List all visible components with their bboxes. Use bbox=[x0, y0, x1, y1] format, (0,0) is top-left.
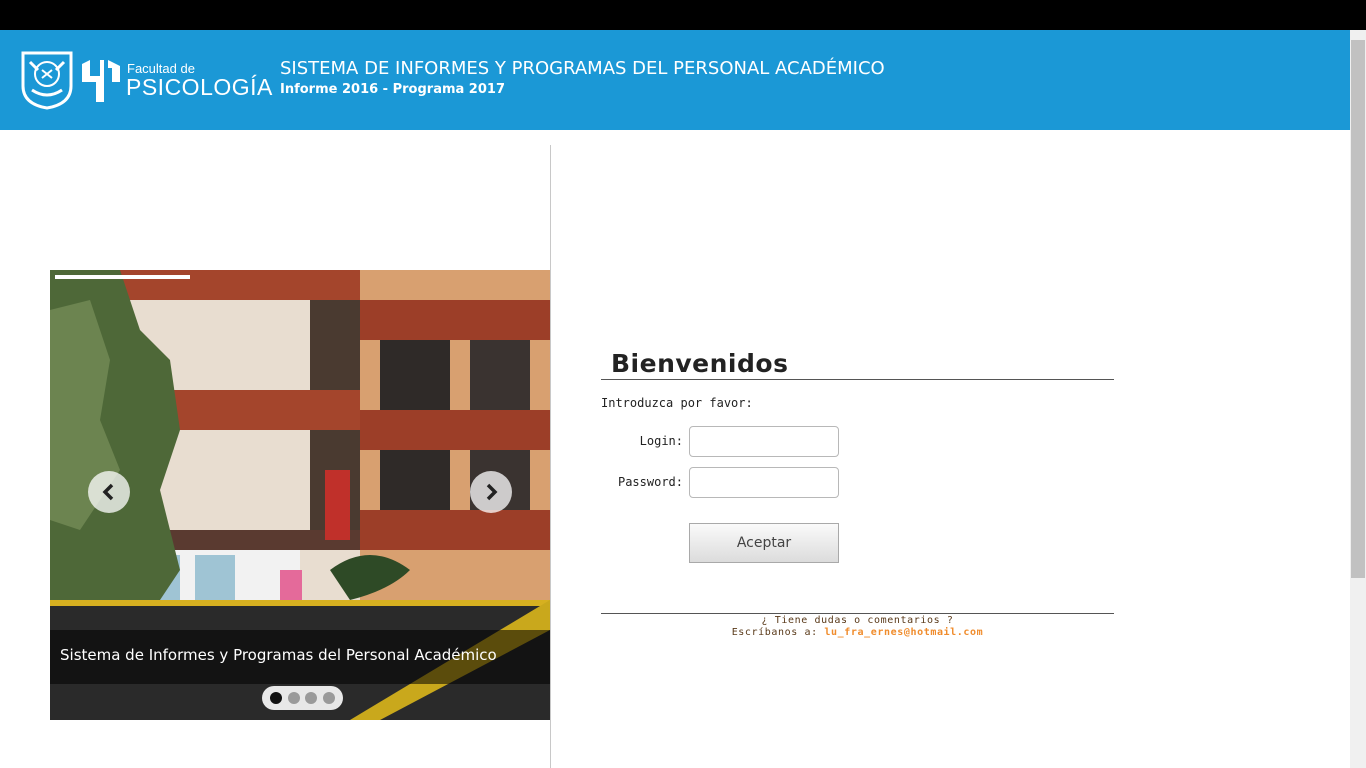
unam-shield-logo bbox=[21, 51, 73, 110]
column-divider bbox=[550, 145, 551, 768]
slide-caption-text: Sistema de Informes y Programas del Pers… bbox=[60, 646, 497, 664]
faculty-label-big: PSICOLOGÍA bbox=[126, 74, 273, 100]
doubts-text: ¿ Tiene dudas o comentarios ? bbox=[761, 615, 954, 626]
vertical-scrollbar-thumb[interactable] bbox=[1351, 40, 1365, 578]
slide-pagination bbox=[262, 686, 343, 710]
footer-rule bbox=[601, 613, 1114, 614]
login-intro-text: Introduzca por favor: bbox=[601, 396, 753, 410]
accept-button[interactable]: Aceptar bbox=[689, 523, 839, 563]
slide-dot-4[interactable] bbox=[322, 692, 335, 704]
contact-prefix: Escríbanos a: bbox=[731, 627, 818, 638]
site-header: Facultad de PSICOLOGÍA SISTEMA DE INFORM… bbox=[0, 30, 1350, 130]
slider-prev-button[interactable] bbox=[88, 471, 130, 513]
contact-line: Escríbanos a: lu_fra_ernes@hotmail.com bbox=[601, 627, 1114, 638]
chevron-left-icon bbox=[102, 483, 114, 501]
browser-top-bar bbox=[0, 0, 1366, 30]
system-title: SISTEMA DE INFORMES Y PROGRAMAS DEL PERS… bbox=[280, 58, 885, 79]
slide-dot-1[interactable] bbox=[270, 692, 283, 704]
password-input[interactable] bbox=[689, 467, 839, 498]
slide-progress-bar bbox=[55, 275, 190, 279]
heading-rule bbox=[601, 379, 1114, 380]
password-label: Password: bbox=[617, 475, 683, 489]
welcome-heading: Bienvenidos bbox=[611, 349, 789, 378]
psychology-faculty-logo bbox=[82, 60, 120, 102]
login-input[interactable] bbox=[689, 426, 839, 457]
slide-dot-3[interactable] bbox=[305, 692, 318, 704]
contact-email-link[interactable]: lu_fra_ernes@hotmail.com bbox=[824, 627, 983, 638]
system-subtitle: Informe 2016 - Programa 2017 bbox=[280, 82, 505, 97]
chevron-right-icon bbox=[486, 483, 498, 501]
slide-caption: Sistema de Informes y Programas del Pers… bbox=[50, 630, 550, 684]
image-slider[interactable]: Sistema de Informes y Programas del Pers… bbox=[50, 270, 550, 720]
slide-dot-2[interactable] bbox=[287, 692, 300, 704]
slider-next-button[interactable] bbox=[470, 471, 512, 513]
login-label: Login: bbox=[639, 434, 683, 448]
